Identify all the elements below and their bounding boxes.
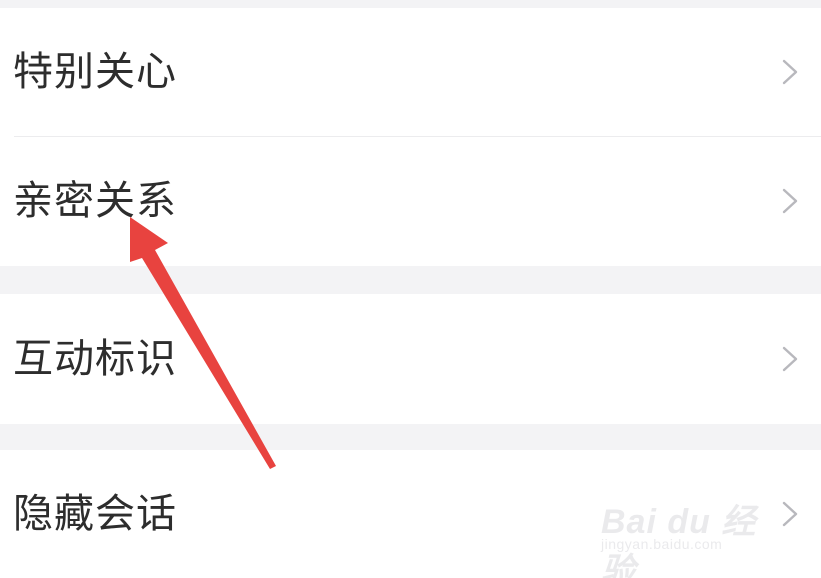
watermark-logo: Bai du 经验 jingyan.baidu.com: [601, 488, 781, 578]
menu-item-special-care[interactable]: 特别关心: [0, 8, 821, 136]
menu-item-label: 隐藏会话: [13, 491, 177, 537]
menu-item-label: 亲密关系: [13, 178, 177, 224]
menu-group-interaction: 互动标识: [0, 294, 821, 424]
chevron-right-icon: [782, 501, 798, 527]
chevron-right-icon: [782, 59, 798, 85]
chevron-right-icon: [782, 188, 798, 214]
menu-item-intimate-relationship[interactable]: 亲密关系: [0, 136, 821, 266]
settings-screen: 特别关心 亲密关系 互动标识 隐藏会话 Bai du 经验 jingyan.ba…: [0, 0, 821, 578]
menu-group-contacts: 特别关心 亲密关系: [0, 8, 821, 266]
watermark-url: jingyan.baidu.com: [601, 536, 723, 552]
chevron-right-icon: [782, 346, 798, 372]
menu-item-interaction-badges[interactable]: 互动标识: [0, 294, 821, 424]
menu-item-label: 特别关心: [13, 49, 177, 95]
menu-item-label: 互动标识: [13, 336, 177, 382]
